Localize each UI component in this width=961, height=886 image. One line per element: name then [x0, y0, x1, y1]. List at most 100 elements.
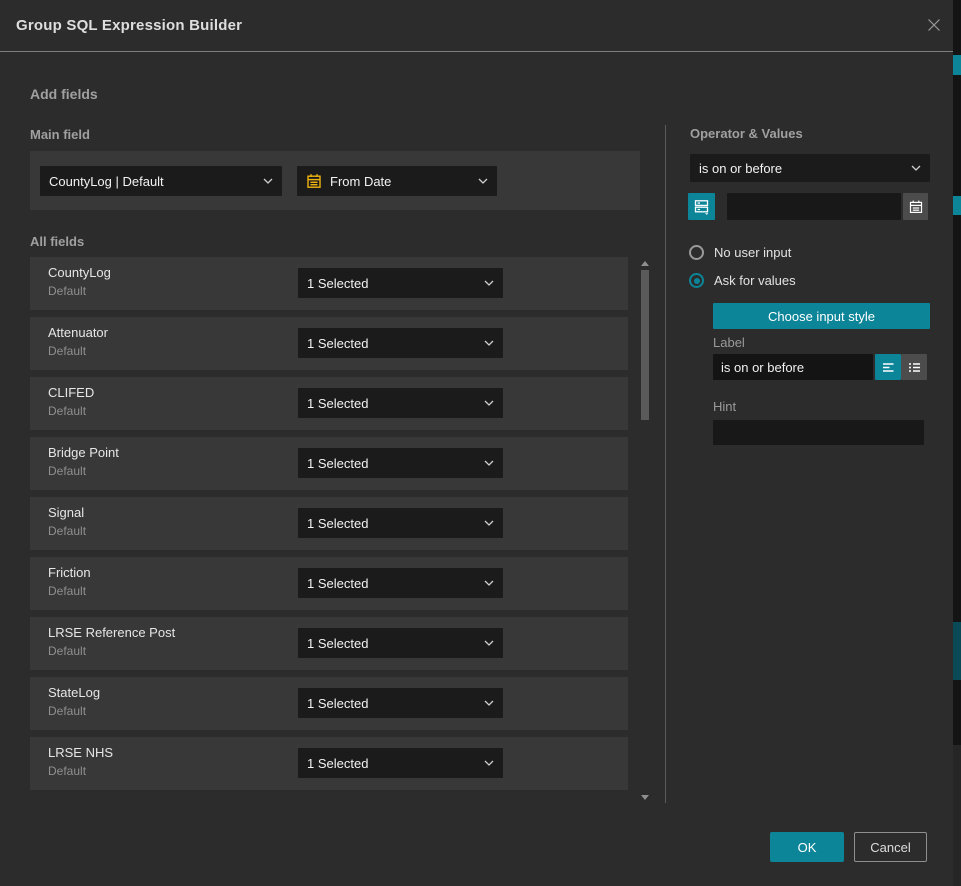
field-row: LRSE Reference Post Default 1 Selected: [30, 617, 628, 670]
chevron-down-icon: [484, 280, 494, 286]
cancel-button[interactable]: Cancel: [854, 832, 927, 862]
field-row-subtitle: Default: [48, 764, 86, 778]
field-row-name: CLIFED: [48, 385, 94, 400]
chevron-down-icon: [484, 580, 494, 586]
field-row-selection-value: 1 Selected: [307, 456, 484, 471]
calendar-icon: [908, 199, 924, 215]
radio-circle-icon: [689, 245, 704, 260]
screen: Group SQL Expression Builder Add fields …: [0, 0, 961, 886]
background-fragment: [953, 196, 961, 215]
field-row-name: Friction: [48, 565, 91, 580]
field-row-selection-dropdown[interactable]: 1 Selected: [298, 328, 503, 358]
field-row-selection-dropdown[interactable]: 1 Selected: [298, 748, 503, 778]
chevron-down-icon: [484, 460, 494, 466]
background-edge: [953, 0, 961, 886]
chevron-down-icon: [484, 760, 494, 766]
field-row-selection-value: 1 Selected: [307, 396, 484, 411]
background-fragment: [953, 55, 961, 75]
main-field-panel: CountyLog | Default: [30, 151, 640, 210]
field-row-selection-dropdown[interactable]: 1 Selected: [298, 688, 503, 718]
operator-dropdown-value: is on or before: [699, 161, 911, 176]
radio-no-user-input[interactable]: No user input: [689, 245, 791, 260]
field-row-name: LRSE NHS: [48, 745, 113, 760]
field-row-name: Bridge Point: [48, 445, 119, 460]
field-row-selection-dropdown[interactable]: 1 Selected: [298, 448, 503, 478]
field-row-selection-value: 1 Selected: [307, 576, 484, 591]
list-scrollbar[interactable]: [640, 258, 650, 803]
field-row-selection-dropdown[interactable]: 1 Selected: [298, 388, 503, 418]
scroll-down-arrow-icon[interactable]: [641, 795, 649, 800]
main-field-heading: Main field: [30, 127, 90, 142]
single-line-style-button[interactable]: [875, 354, 901, 380]
field-row: CLIFED Default 1 Selected: [30, 377, 628, 430]
field-row-subtitle: Default: [48, 704, 86, 718]
scrollbar-thumb[interactable]: [641, 270, 649, 420]
operator-values-heading: Operator & Values: [690, 126, 803, 141]
choose-input-style-button[interactable]: Choose input style: [713, 303, 930, 329]
dialog-titlebar: Group SQL Expression Builder: [0, 0, 953, 52]
chevron-down-icon: [484, 340, 494, 346]
field-row-selection-value: 1 Selected: [307, 636, 484, 651]
field-row-name: Attenuator: [48, 325, 108, 340]
background-fragment: [953, 622, 961, 680]
scroll-up-arrow-icon[interactable]: [641, 261, 649, 266]
field-row-selection-value: 1 Selected: [307, 516, 484, 531]
field-row: Bridge Point Default 1 Selected: [30, 437, 628, 490]
main-field-dropdown-value: From Date: [330, 174, 470, 189]
calendar-icon: [306, 173, 322, 189]
field-row-selection-dropdown[interactable]: 1 Selected: [298, 508, 503, 538]
field-row-selection-dropdown[interactable]: 1 Selected: [298, 268, 503, 298]
hint-input[interactable]: [713, 420, 924, 445]
field-row: Signal Default 1 Selected: [30, 497, 628, 550]
field-row-subtitle: Default: [48, 524, 86, 538]
all-fields-heading: All fields: [30, 234, 84, 249]
list-style-button[interactable]: [901, 354, 927, 380]
hint-field-label: Hint: [713, 399, 736, 414]
layer-dropdown[interactable]: CountyLog | Default: [40, 166, 282, 196]
chevron-down-icon: [911, 165, 921, 171]
field-row: StateLog Default 1 Selected: [30, 677, 628, 730]
label-input[interactable]: [713, 354, 873, 380]
chevron-down-icon: [478, 178, 488, 184]
field-row-subtitle: Default: [48, 404, 86, 418]
field-row-selection-value: 1 Selected: [307, 696, 484, 711]
field-row-name: CountyLog: [48, 265, 111, 280]
group-sql-expression-builder-dialog: Group SQL Expression Builder Add fields …: [0, 0, 953, 886]
all-fields-list: CountyLog Default 1 Selected Attenuator …: [30, 257, 628, 797]
label-field-label: Label: [713, 335, 745, 350]
field-row: LRSE NHS Default 1 Selected: [30, 737, 628, 790]
chevron-down-icon: [484, 520, 494, 526]
align-left-icon: [881, 360, 896, 375]
field-row-subtitle: Default: [48, 584, 86, 598]
chevron-down-icon: [263, 178, 273, 184]
chevron-down-icon: [484, 640, 494, 646]
main-field-dropdown[interactable]: From Date: [297, 166, 497, 196]
field-row-subtitle: Default: [48, 644, 86, 658]
add-fields-heading: Add fields: [30, 86, 98, 102]
radio-ask-for-values[interactable]: Ask for values: [689, 273, 796, 288]
value-input[interactable]: [727, 193, 901, 220]
dialog-title: Group SQL Expression Builder: [16, 0, 242, 52]
close-icon: [925, 16, 943, 39]
field-row-selection-dropdown[interactable]: 1 Selected: [298, 628, 503, 658]
field-row-subtitle: Default: [48, 344, 86, 358]
radio-ask-for-values-label: Ask for values: [714, 273, 796, 288]
value-source-button[interactable]: [688, 193, 715, 220]
field-row-subtitle: Default: [48, 464, 86, 478]
operator-dropdown[interactable]: is on or before: [690, 154, 930, 182]
close-button[interactable]: [924, 17, 944, 37]
radio-circle-selected-icon: [689, 273, 704, 288]
field-row-name: StateLog: [48, 685, 100, 700]
date-picker-button[interactable]: [903, 193, 928, 220]
radio-no-user-input-label: No user input: [714, 245, 791, 260]
panel-divider: [665, 125, 666, 803]
field-row: Attenuator Default 1 Selected: [30, 317, 628, 370]
field-row-selection-dropdown[interactable]: 1 Selected: [298, 568, 503, 598]
ok-button[interactable]: OK: [770, 832, 844, 862]
field-row-name: Signal: [48, 505, 84, 520]
background-fragment: [953, 745, 961, 886]
bulleted-list-icon: [907, 360, 922, 375]
field-row-subtitle: Default: [48, 284, 86, 298]
field-row-selection-value: 1 Selected: [307, 336, 484, 351]
field-row: CountyLog Default 1 Selected: [30, 257, 628, 310]
